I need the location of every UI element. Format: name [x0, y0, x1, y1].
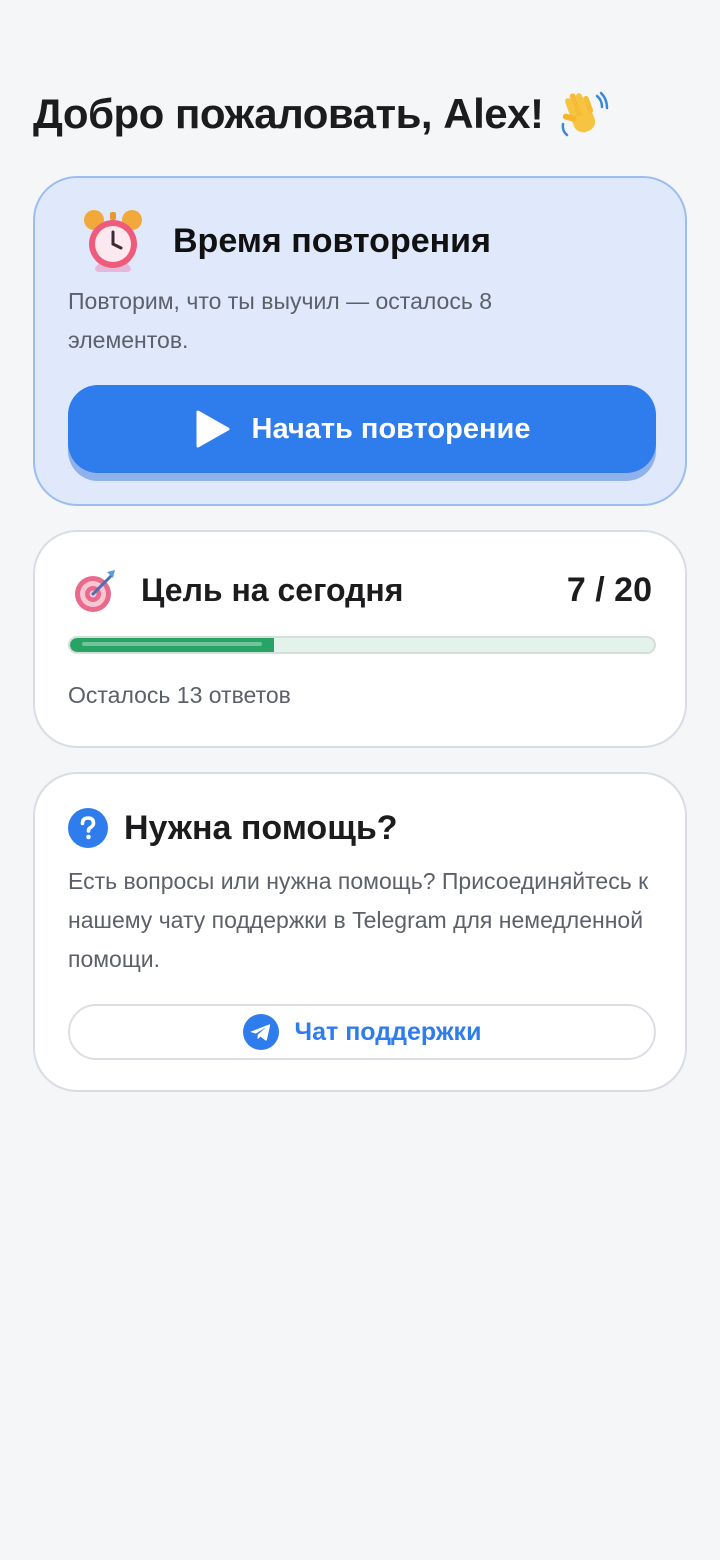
- waving-hand-icon: [562, 91, 609, 137]
- support-chat-label: Чат поддержки: [294, 1017, 482, 1046]
- target-icon: [75, 570, 115, 612]
- greeting-header: Добро пожаловать, Alex!: [33, 88, 609, 140]
- review-card: Время повторения Повторим, что ты выучил…: [33, 176, 687, 506]
- goal-progress-bar: [68, 636, 656, 654]
- goal-header: Цель на сегодня 7 / 20: [71, 566, 652, 614]
- greeting-text: Добро пожаловать, Alex!: [33, 90, 544, 137]
- goal-count: 7 / 20: [566, 570, 652, 609]
- start-review-button[interactable]: Начать повторение: [68, 385, 656, 473]
- start-review-label: Начать повторение: [251, 412, 531, 445]
- goal-title: Цель на сегодня: [141, 571, 404, 608]
- alarm-clock-icon: [84, 210, 142, 272]
- help-header: Нужна помощь?: [68, 808, 398, 848]
- help-title: Нужна помощь?: [124, 808, 398, 847]
- telegram-icon: [242, 1014, 279, 1050]
- play-icon: [196, 410, 230, 448]
- support-chat-button[interactable]: Чат поддержки: [68, 1004, 656, 1060]
- goal-progress-fill: [70, 638, 275, 652]
- goal-remaining-text: Осталось 13 ответов: [68, 682, 291, 708]
- review-header: Время повторения: [81, 208, 491, 274]
- help-description: Есть вопросы или нужна помощь? Присоедин…: [68, 868, 649, 972]
- home-screen: Добро пожаловать, Alex! Время повторения…: [0, 0, 720, 1560]
- review-title: Время повторения: [173, 221, 491, 260]
- help-card: Нужна помощь? Есть вопросы или нужна пом…: [33, 772, 687, 1092]
- review-description: Повторим, что ты выучил — осталось 8 эле…: [68, 288, 493, 353]
- daily-goal-card: Цель на сегодня 7 / 20 Осталось 13 ответ…: [33, 530, 687, 748]
- question-icon: [68, 808, 108, 848]
